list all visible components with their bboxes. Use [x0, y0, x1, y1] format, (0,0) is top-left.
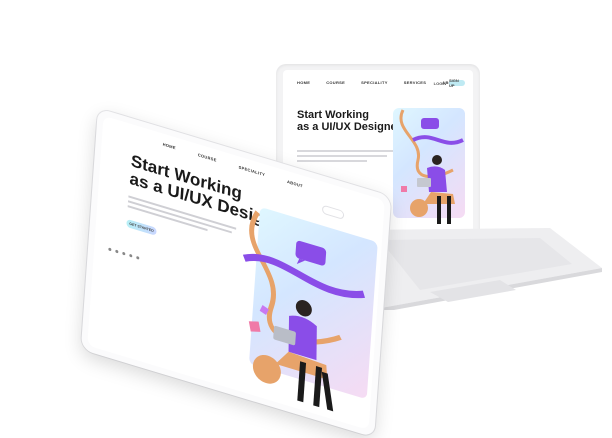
laptop-designer-illustration: [399, 109, 464, 224]
social-dot-2[interactable]: [115, 249, 119, 254]
social-dot-1[interactable]: [108, 247, 112, 252]
tablet-nav-course[interactable]: COURSE: [198, 152, 217, 163]
tablet-designer-illustration: [242, 210, 366, 412]
laptop-hero-title: Start Working as a UI/UX Designer: [297, 109, 401, 133]
tablet-nav-home[interactable]: HOME: [163, 142, 177, 151]
tablet-social-links: [108, 247, 140, 260]
laptop-hero-description: [297, 150, 393, 162]
tablet-nav-speciality[interactable]: SPECIALITY: [238, 164, 265, 177]
laptop-nav-home[interactable]: HOME: [297, 80, 310, 85]
laptop-nav-services[interactable]: SERVICES: [404, 80, 427, 85]
laptop-signup-button[interactable]: SIGN UP: [449, 78, 465, 88]
laptop-hero-line2: as a UI/UX Designer: [297, 120, 401, 133]
social-dot-5[interactable]: [136, 255, 140, 260]
social-dot-4[interactable]: [129, 253, 133, 258]
laptop-nav-course[interactable]: COURSE: [326, 80, 345, 85]
laptop-hero-line1: Start Working: [297, 109, 369, 121]
laptop-login-button[interactable]: LOGIN: [433, 80, 447, 86]
laptop-nav-speciality[interactable]: SPECIALITY: [361, 80, 388, 85]
social-dot-3[interactable]: [122, 251, 126, 256]
tablet-nav-about[interactable]: ABOUT: [287, 179, 303, 189]
device-mockup-scene: HOME COURSE SPECIALITY SERVICES ABOUT LO…: [0, 0, 612, 438]
tablet-get-started-button[interactable]: GET STARTED: [126, 218, 157, 236]
